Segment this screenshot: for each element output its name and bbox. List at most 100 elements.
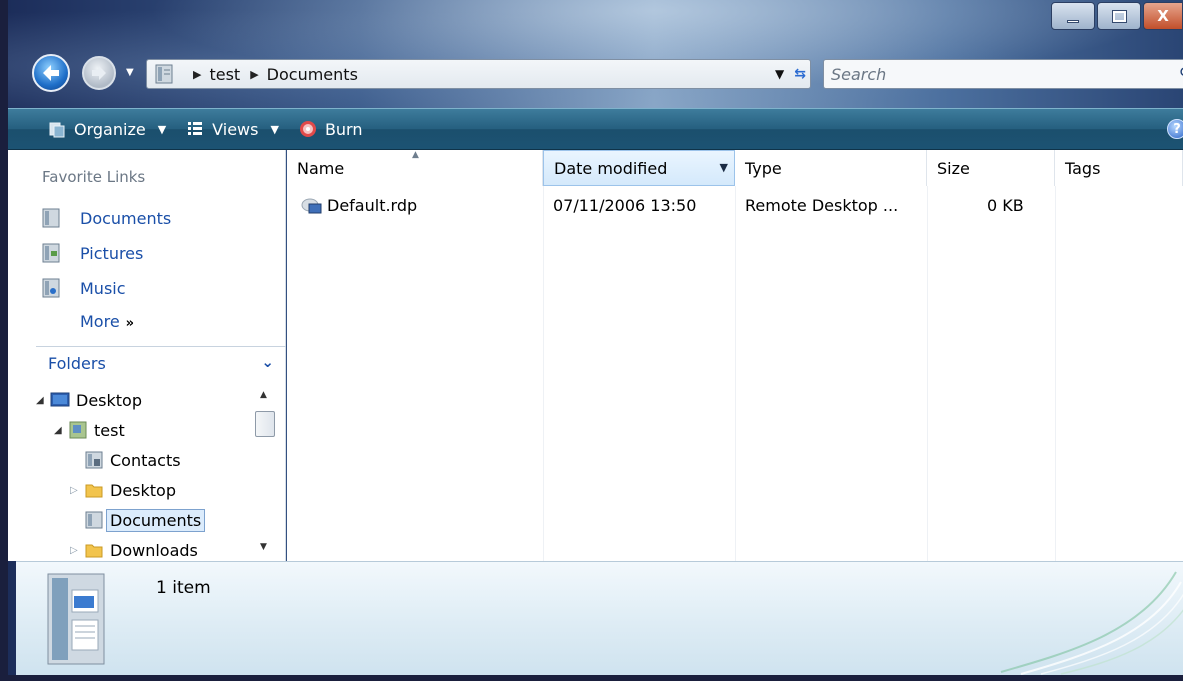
collapsed-triangle-icon[interactable]: ▷ [70,545,84,556]
documents-icon [85,511,103,529]
back-button[interactable] [32,54,70,92]
column-header-size[interactable]: Size [927,150,1055,186]
help-icon[interactable]: ? [1167,119,1183,139]
column-divider [1055,186,1056,561]
more-label: More [80,312,120,331]
address-actions: ▼ ⇆ [775,60,806,88]
tree-node-test[interactable]: ◢ test [54,416,125,444]
tree-node-label: Downloads [110,540,198,560]
pictures-icon [42,243,60,263]
file-name-cell[interactable]: Default.rdp [301,196,417,215]
folder-tree: ◢ Desktop ◢ test Contacts ▷ Desktop Docu… [36,382,280,560]
command-bar: Organize ▼ Views ▼ Burn ? [8,108,1183,150]
minimize-icon [1067,19,1079,23]
close-button[interactable]: X [1143,2,1183,30]
favorite-link-documents[interactable]: Documents [42,205,171,231]
organize-icon [49,122,65,138]
tree-node-label: Desktop [110,480,176,500]
desktop-icon [50,392,70,407]
window-bottom-border [8,675,1183,681]
column-header-label: Tags [1065,158,1101,178]
file-date-cell: 07/11/2006 13:50 [553,196,697,215]
favorite-link-label: Documents [80,208,172,228]
breadcrumb-documents[interactable]: Documents [267,65,358,84]
sort-ascending-icon: ▲ [412,150,419,160]
minimize-button[interactable] [1051,2,1095,30]
forward-arrow-icon [92,66,106,80]
documents-folder-large-icon [47,573,105,665]
address-history-dropdown[interactable]: ▼ [775,67,784,81]
documents-icon [42,208,60,228]
navigation-pane: Favorite Links Documents Pictures Music … [8,150,286,561]
tree-node-downloads[interactable]: ▷ Downloads [70,536,198,560]
help-glyph: ? [1173,121,1181,137]
column-header-label: Date modified [554,158,668,178]
more-links-button[interactable]: More » [80,312,134,331]
folder-icon [85,484,103,498]
column-divider [927,186,928,561]
scrollbar-thumb[interactable] [255,411,275,437]
expanded-triangle-icon[interactable]: ◢ [36,395,50,406]
chevron-down-icon[interactable]: ⌄ [261,353,274,371]
triangle-right-icon[interactable]: ▶ [193,68,201,81]
maximize-button[interactable] [1097,2,1141,30]
tree-node-desktop[interactable]: ◢ Desktop [36,386,142,414]
column-header-label: Type [745,158,782,178]
tree-node-desktop-folder[interactable]: ▷ Desktop [70,476,176,504]
favorite-links-header: Favorite Links [42,168,146,186]
search-placeholder: Search [831,64,887,84]
tree-scrollbar[interactable]: ▲ ▼ [253,382,277,560]
folders-label: Folders [48,354,106,373]
column-dropdown-icon[interactable]: ▼ [720,161,728,174]
tree-node-documents[interactable]: Documents [84,506,206,534]
scroll-down-icon[interactable]: ▼ [260,542,267,552]
favorite-link-pictures[interactable]: Pictures [42,240,143,266]
views-icon [188,122,203,135]
organize-button[interactable]: Organize ▼ [48,120,166,139]
collapsed-triangle-icon[interactable]: ▷ [70,485,84,496]
views-button[interactable]: Views ▼ [186,120,279,139]
folder-icon [85,544,103,558]
music-icon [42,278,60,298]
close-icon: X [1157,7,1169,25]
refresh-icon[interactable]: ⇆ [794,66,806,82]
column-header-date-modified[interactable]: Date modified ▼ [543,150,735,186]
tree-node-label: Desktop [76,390,142,410]
burn-button[interactable]: Burn [299,120,363,139]
column-header-type[interactable]: Type [735,150,927,186]
favorite-link-label: Music [80,278,126,298]
details-pane: 1 item [16,561,1183,675]
favorite-link-label: Pictures [80,243,144,263]
chevron-down-icon: ▼ [157,122,167,136]
address-bar[interactable]: ▶ test ▶ Documents ▼ ⇆ [146,59,811,89]
recent-pages-dropdown[interactable]: ▼ [126,67,134,78]
triangle-right-icon[interactable]: ▶ [250,68,258,81]
decorative-swoosh [1000,571,1183,675]
column-header-label: Size [937,158,970,178]
search-box[interactable]: Search ⚲ [823,59,1183,89]
caption-buttons: X [1049,2,1183,32]
forward-button[interactable] [82,56,116,90]
organize-label: Organize [74,119,146,139]
burn-label: Burn [324,119,363,139]
maximize-icon [1111,9,1127,23]
column-header-name[interactable]: Name ▲ [287,150,543,186]
folders-header[interactable]: Folders ⌄ [36,346,286,380]
file-size-cell: 0 KB [987,196,1024,215]
column-header-tags[interactable]: Tags [1055,150,1183,186]
explorer-window: X ▼ ▶ test ▶ Documents ▼ ⇆ Search ⚲ [0,0,1183,681]
expanded-triangle-icon[interactable]: ◢ [54,425,68,436]
tree-node-contacts[interactable]: Contacts [84,446,181,474]
chevron-down-icon: ▼ [270,122,279,136]
user-folder-icon [69,421,87,439]
scroll-up-icon[interactable]: ▲ [260,390,267,400]
search-icon[interactable]: ⚲ [1179,64,1183,83]
double-chevron-right-icon: » [125,316,135,331]
file-type-cell: Remote Desktop ... [745,196,899,215]
breadcrumb-test[interactable]: test [209,65,240,84]
documents-icon [155,64,173,84]
contacts-icon [85,451,103,469]
favorite-link-music[interactable]: Music [42,275,126,301]
file-list: Name ▲ Date modified ▼ Type Size Tags De… [287,150,1183,561]
file-row[interactable]: Default.rdp 07/11/2006 13:50 Remote Desk… [287,192,1183,220]
